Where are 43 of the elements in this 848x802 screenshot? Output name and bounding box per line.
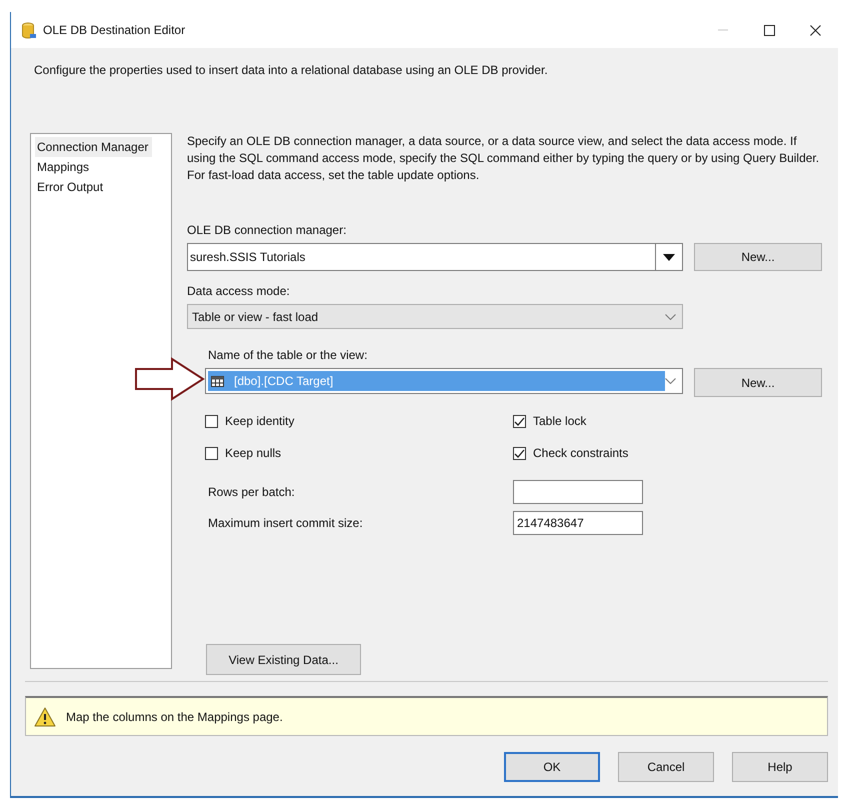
field-label: Maximum insert commit size: <box>208 516 364 530</box>
caret-icon <box>663 254 675 260</box>
message-text: Map the columns on the Mappings page. <box>66 710 283 724</box>
table-icon <box>211 376 224 386</box>
new-button[interactable]: New... <box>694 243 822 271</box>
dropdown-value: Table or view - fast load <box>191 310 318 324</box>
sidebar-item[interactable]: Error Output <box>35 177 108 197</box>
field-label: Data access mode: <box>187 283 291 299</box>
field-label: Name of the table or the view: <box>208 347 368 363</box>
field-label: Rows per batch: <box>208 485 296 499</box>
access-mode-dropdown[interactable]: Table or view - fast load <box>187 304 683 329</box>
dialog-button[interactable]: Cancel <box>618 752 714 782</box>
checkmark-icon <box>514 448 525 458</box>
header-description: Configure the properties used to insert data into a relational database using an OLE DB provider. <box>33 62 549 79</box>
caret-icon <box>665 314 676 320</box>
field-label: OLE DB connection manager: <box>187 222 348 238</box>
sidebar-item[interactable]: Connection Manager <box>35 137 152 157</box>
dialog-button[interactable]: Help <box>732 752 828 782</box>
connection-dropdown[interactable]: suresh.SSIS Tutorials <box>187 243 683 271</box>
close-icon <box>810 24 820 36</box>
view-data-button[interactable]: View Existing Data... <box>206 644 361 675</box>
maximize-icon <box>764 24 774 36</box>
window-title: OLE DB Destination Editor <box>43 23 186 37</box>
input-field[interactable] <box>513 480 643 504</box>
dialog-button[interactable]: OK <box>504 752 600 782</box>
checkbox[interactable] <box>205 446 218 460</box>
sidebar-item[interactable]: Mappings <box>35 157 94 177</box>
checkbox-label: Table lock <box>533 414 586 428</box>
new-button[interactable]: New... <box>694 368 822 397</box>
warning-icon <box>34 706 56 726</box>
checkbox[interactable] <box>513 414 526 428</box>
checkbox-label: Check constraints <box>533 446 628 460</box>
database-icon <box>21 22 37 38</box>
checkbox[interactable] <box>205 414 218 428</box>
dropdown-value: suresh.SSIS Tutorials <box>189 250 306 264</box>
checkbox[interactable] <box>513 446 526 460</box>
checkbox-label: Keep identity <box>225 414 294 428</box>
input-field[interactable]: 2147483647 <box>513 511 643 535</box>
caret-icon <box>665 378 676 384</box>
checkmark-icon <box>514 416 525 426</box>
checkbox-label: Keep nulls <box>225 446 282 460</box>
dropdown-value: [dbo].[CDC Target] <box>234 374 334 388</box>
content-description: Specify an OLE DB connection manager, a data source, or a data source view, and select the data access mode. If using the SQL command access mode, specify the SQL command either by typing the query or by using Query Builder. For fast-load data access, set the table update options. <box>187 133 820 184</box>
